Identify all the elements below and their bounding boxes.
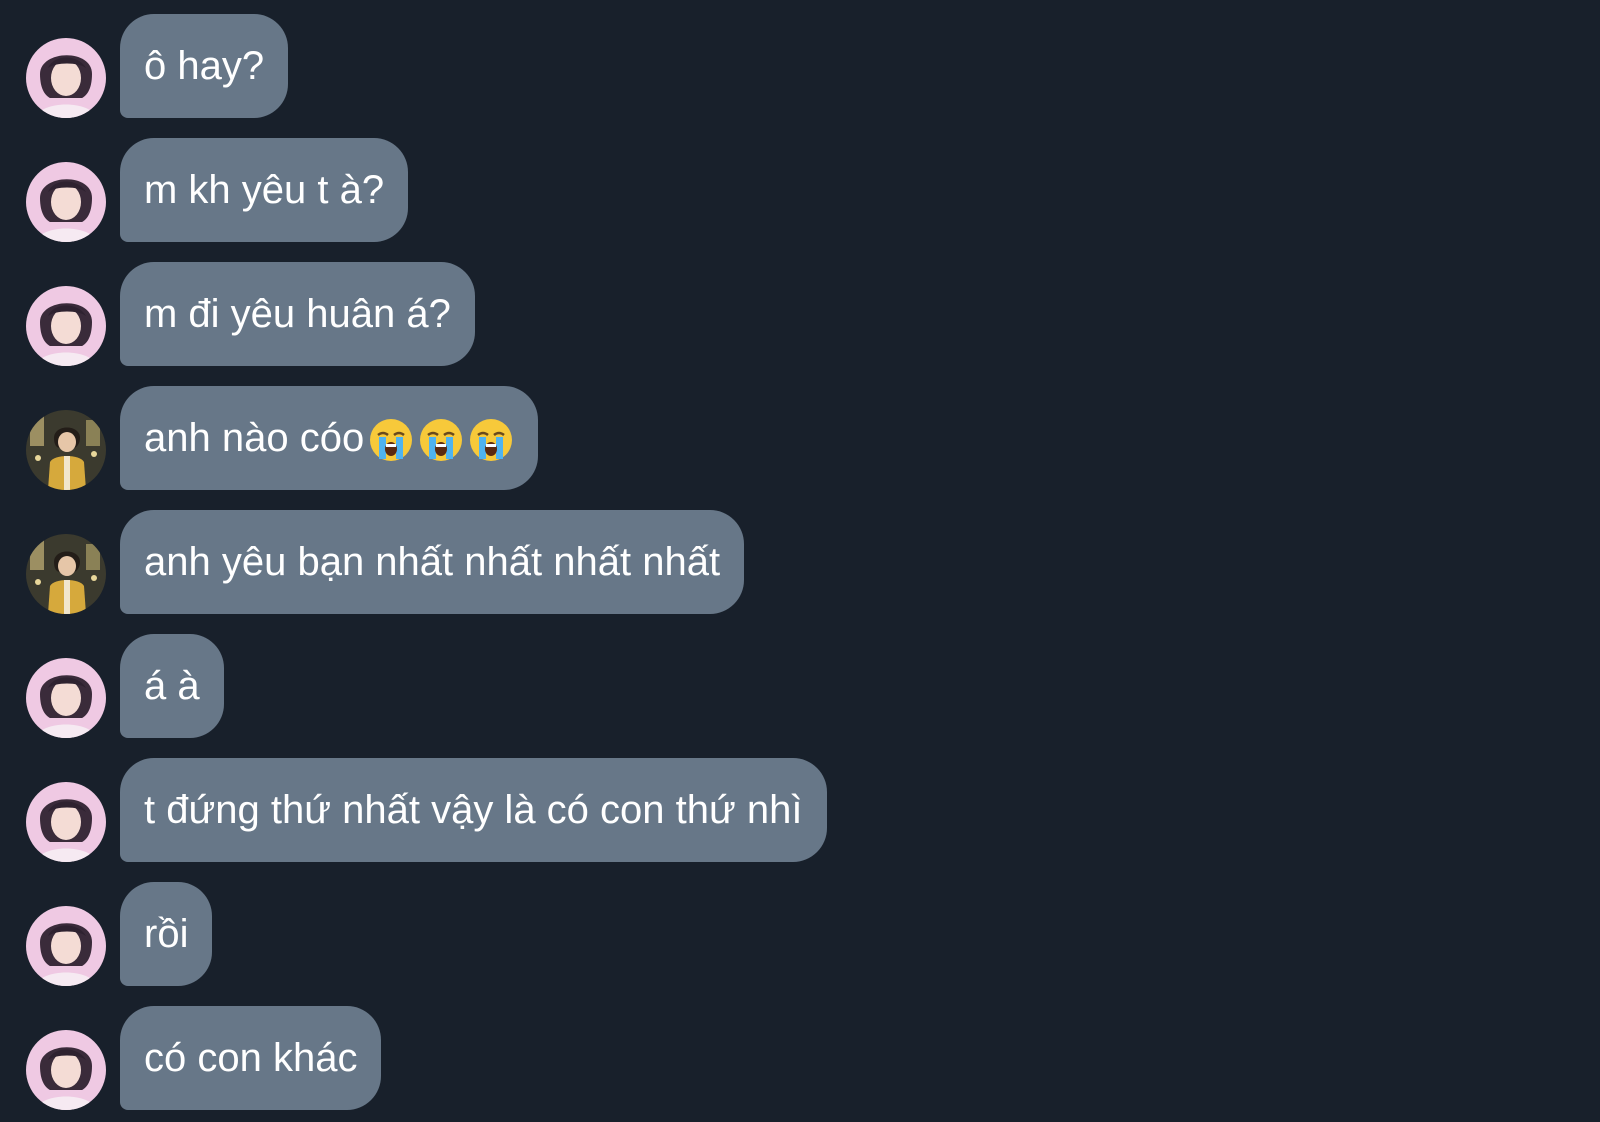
avatar[interactable] — [26, 162, 106, 242]
message-bubble[interactable]: có con khác — [120, 1006, 382, 1110]
message-row: anh nào cóo — [0, 386, 1600, 490]
avatar-boy-icon — [26, 534, 106, 614]
message-text: ô hay? — [144, 44, 265, 88]
avatar[interactable] — [26, 286, 106, 366]
avatar-girl-icon — [26, 906, 106, 986]
message-row: á à — [0, 634, 1600, 738]
message-bubble[interactable]: m đi yêu huân á? — [120, 262, 475, 366]
message-row: m đi yêu huân á? — [0, 262, 1600, 366]
message-text: anh yêu bạn nhất nhất nhất nhất — [144, 540, 721, 584]
message-row: t đứng thứ nhất vậy là có con thứ nhì — [0, 758, 1600, 862]
emoji-group — [364, 385, 514, 489]
avatar[interactable] — [26, 906, 106, 986]
avatar[interactable] — [26, 782, 106, 862]
message-bubble[interactable]: t đứng thứ nhất vậy là có con thứ nhì — [120, 758, 827, 862]
message-text: rồi — [144, 912, 189, 956]
message-text: anh nào cóo — [144, 416, 365, 460]
message-row: ô hay? — [0, 14, 1600, 118]
avatar-girl-icon — [26, 782, 106, 862]
message-bubble[interactable]: ô hay? — [120, 14, 289, 118]
chat-message-list: ô hay? m kh yêu t à? m đi yêu huân á? an… — [0, 0, 1600, 1122]
message-text: m đi yêu huân á? — [144, 292, 451, 336]
avatar[interactable] — [26, 1030, 106, 1110]
message-text: có con khác — [144, 1036, 358, 1080]
avatar[interactable] — [26, 410, 106, 490]
message-row: rồi — [0, 882, 1600, 986]
avatar-girl-icon — [26, 286, 106, 366]
avatar-girl-icon — [26, 658, 106, 738]
message-row: m kh yêu t à? — [0, 138, 1600, 242]
loudly-crying-face-icon — [418, 417, 464, 463]
message-bubble[interactable]: rồi — [120, 882, 213, 986]
message-text: m kh yêu t à? — [144, 168, 385, 212]
message-bubble[interactable]: á à — [120, 634, 224, 738]
loudly-crying-face-icon — [368, 417, 414, 463]
message-bubble[interactable]: anh yêu bạn nhất nhất nhất nhất — [120, 510, 745, 614]
message-text: á à — [144, 664, 200, 708]
avatar[interactable] — [26, 658, 106, 738]
message-row: có con khác — [0, 1006, 1600, 1110]
message-row: anh yêu bạn nhất nhất nhất nhất — [0, 510, 1600, 614]
avatar[interactable] — [26, 534, 106, 614]
avatar-girl-icon — [26, 162, 106, 242]
avatar-boy-icon — [26, 410, 106, 490]
message-bubble[interactable]: anh nào cóo — [120, 385, 539, 490]
message-text: t đứng thứ nhất vậy là có con thứ nhì — [144, 788, 803, 832]
avatar-girl-icon — [26, 38, 106, 118]
avatar-girl-icon — [26, 1030, 106, 1110]
loudly-crying-face-icon — [468, 417, 514, 463]
message-bubble[interactable]: m kh yêu t à? — [120, 138, 409, 242]
avatar[interactable] — [26, 38, 106, 118]
